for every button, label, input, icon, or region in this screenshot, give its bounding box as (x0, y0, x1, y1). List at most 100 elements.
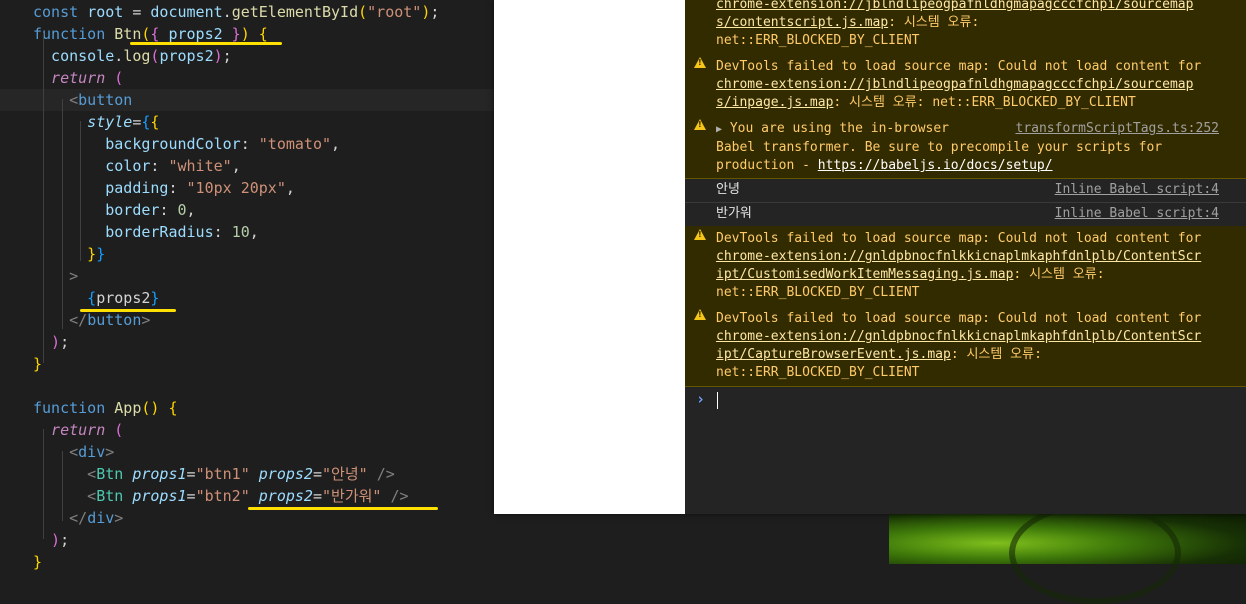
code-token: < (33, 91, 79, 109)
console-text: net::ERR_BLOCKED_BY_CLIENT (716, 33, 920, 48)
console-log-message[interactable]: 안녕 Inline Babel script:4 (685, 178, 1246, 203)
code-line[interactable]: ); (0, 331, 69, 353)
code-line[interactable]: ); (0, 529, 69, 551)
console-message-line: s/contentscript.js.map: 시스템 오류: (716, 14, 1240, 32)
text-caret (717, 392, 718, 409)
code-token: borderRadius (33, 223, 214, 241)
console-message-text: DevTools failed to load source map: Coul… (716, 58, 1240, 112)
code-token: . (222, 3, 232, 21)
code-line[interactable]: function App() { (0, 397, 178, 419)
code-token: color (33, 157, 151, 175)
console-link[interactable]: ipt/CaptureBrowserEvent.js.map (716, 347, 951, 362)
console-link[interactable]: s/inpage.js.map (716, 95, 833, 110)
highlight-underline (248, 507, 438, 510)
code-line[interactable]: return ( (0, 419, 123, 441)
indent-guide (62, 451, 63, 521)
console-message-line: s/inpage.js.map: 시스템 오류: net::ERR_BLOCKE… (716, 94, 1240, 112)
code-line[interactable]: const root = document.getElementById("ro… (0, 1, 439, 23)
indent-guide (62, 99, 63, 329)
code-token: props2 (96, 289, 151, 307)
code-token: "btn2" (195, 487, 250, 505)
indent-guide (43, 33, 44, 363)
highlight-underline (80, 309, 176, 312)
code-token: function (33, 399, 115, 417)
code-line[interactable]: {props2} (0, 287, 159, 309)
code-token: , (331, 135, 341, 153)
console-source-link[interactable]: Inline Babel script:4 (1055, 205, 1219, 223)
code-line[interactable]: return ( (0, 67, 123, 89)
code-token: ; (430, 3, 440, 21)
code-line[interactable]: backgroundColor: "tomato", (0, 133, 340, 155)
console-text: Babel transformer. Be sure to precompile… (716, 140, 1163, 155)
code-token: props2 (258, 487, 313, 505)
warning-icon (694, 309, 706, 320)
code-token: ( (114, 69, 124, 87)
console-source-link[interactable]: Inline Babel script:4 (1055, 181, 1219, 199)
code-line[interactable] (0, 375, 33, 397)
code-token: "10px 20px" (186, 179, 286, 197)
code-token: = (186, 487, 196, 505)
code-token: } (150, 289, 160, 307)
console-warning-message[interactable]: DevTools failed to load source map: Coul… (685, 54, 1246, 117)
code-token: App (114, 399, 142, 417)
console-text: DevTools failed to load source map: Coul… (716, 59, 1202, 74)
console-warning-message[interactable]: DevTools failed to load source map: Coul… (685, 306, 1246, 387)
code-token: 10 (231, 223, 250, 241)
code-line[interactable]: console.log(props2); (0, 45, 232, 67)
console-link[interactable]: s/contentscript.js.map (716, 15, 888, 30)
console-link[interactable]: chrome-extension://jblndlipeogpafnldhgma… (716, 0, 1193, 12)
console-warning-message[interactable]: ▶ You are using the in-browserBabel tran… (685, 116, 1246, 179)
code-token: < (33, 443, 79, 461)
console-link[interactable]: chrome-extension://gnldpbnocfnlkkicnaplm… (716, 329, 1201, 344)
code-token: getElementById (231, 3, 359, 21)
code-token: } (96, 245, 106, 263)
code-line[interactable]: } (0, 353, 42, 375)
code-line[interactable]: </button> (0, 309, 150, 331)
code-token: div (78, 443, 106, 461)
code-token: Btn (96, 465, 124, 483)
code-token: log (123, 47, 151, 65)
warning-icon (694, 119, 706, 130)
console-log-message[interactable]: 반가워 Inline Babel script:4 (685, 202, 1246, 227)
code-token: { (258, 25, 268, 43)
console-panel[interactable]: › chrome-extension://jblndlipeogpafnldhg… (685, 0, 1246, 514)
console-text: : 시스템 오류: (888, 15, 980, 30)
code-token: "btn1" (195, 465, 250, 483)
code-line[interactable]: <div> (0, 441, 114, 463)
indent-guide (80, 121, 81, 261)
console-text: net::ERR_BLOCKED_BY_CLIENT (716, 365, 920, 380)
code-line[interactable]: }} (0, 243, 105, 265)
console-link[interactable]: chrome-extension://gnldpbnocfnlkkicnaplm… (716, 249, 1201, 264)
console-link[interactable]: chrome-extension://jblndlipeogpafnldhgma… (716, 77, 1193, 92)
code-line[interactable]: <Btn props1="btn1" props2="안녕" /> (0, 463, 395, 485)
code-token: ; (60, 531, 70, 549)
code-token: , (186, 201, 196, 219)
code-line[interactable]: padding: "10px 20px", (0, 177, 295, 199)
console-warning-message[interactable]: DevTools failed to load source map: Coul… (685, 226, 1246, 307)
console-message-line: DevTools failed to load source map: Coul… (716, 58, 1240, 76)
console-warning-message[interactable]: chrome-extension://jblndlipeogpafnldhgma… (685, 0, 1246, 55)
console-text: : 시스템 오류: net::ERR_BLOCKED_BY_CLIENT (833, 95, 1136, 110)
code-token: root (87, 3, 124, 21)
code-token: { (150, 113, 160, 131)
code-line[interactable]: } (0, 551, 42, 573)
code-token: 0 (177, 201, 187, 219)
code-token: ) (33, 531, 61, 549)
console-link[interactable]: https://babeljs.io/docs/setup/ (818, 158, 1053, 173)
code-line[interactable]: color: "white", (0, 155, 240, 177)
code-line[interactable]: > (0, 265, 78, 287)
warning-icon (694, 57, 706, 68)
console-message-line: ipt/CustomisedWorkItemMessaging.js.map: … (716, 266, 1240, 284)
console-message-line: chrome-extension://jblndlipeogpafnldhgma… (716, 0, 1240, 14)
background-photo (889, 502, 1246, 604)
console-source-link[interactable]: transformScriptTags.ts:252 (1016, 120, 1220, 138)
console-link[interactable]: ipt/CustomisedWorkItemMessaging.js.map (716, 267, 1013, 282)
warning-icon (694, 229, 706, 240)
console-text: You are using the in-browser (722, 121, 950, 136)
code-line[interactable]: border: 0, (0, 199, 196, 221)
code-line[interactable]: borderRadius: 10, (0, 221, 259, 243)
console-prompt[interactable]: › (685, 388, 1246, 412)
